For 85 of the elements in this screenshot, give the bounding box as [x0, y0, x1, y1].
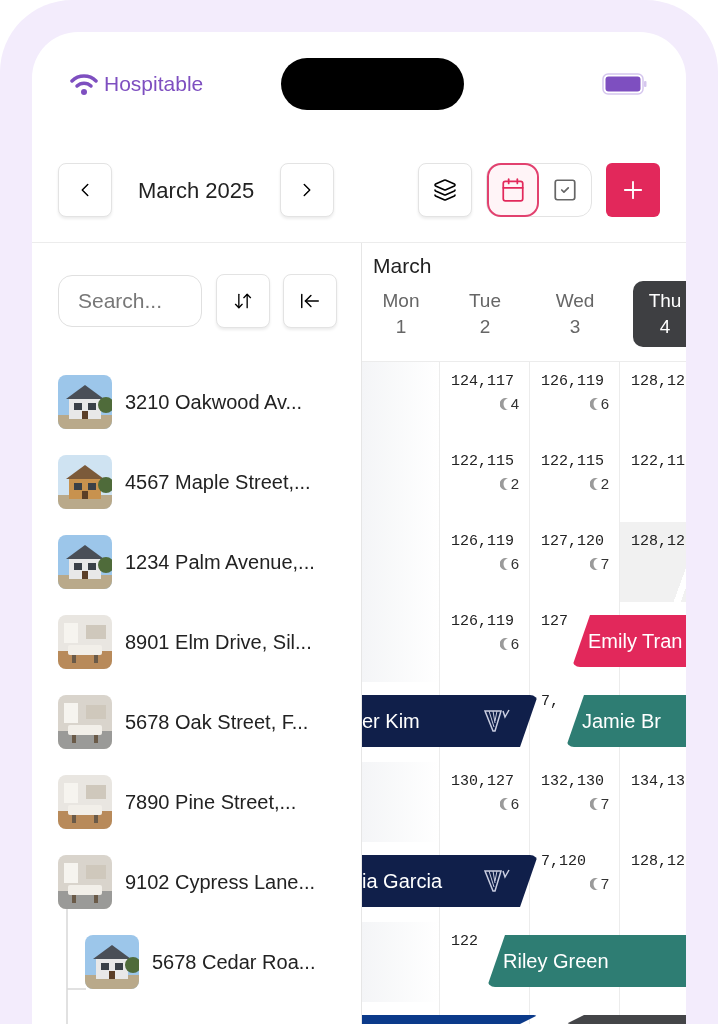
day-header[interactable]: Tue 2	[453, 281, 517, 347]
sort-icon	[233, 291, 253, 311]
day-header[interactable]: Wed 3	[543, 281, 607, 347]
day-cell[interactable]: 128,12	[620, 522, 686, 602]
booking-bar[interactable]: Jamie Br	[566, 695, 686, 747]
min-nights: 2	[600, 475, 609, 493]
property-name[interactable]: 7890 Pine Street,...	[125, 775, 297, 829]
nightly-rate: 127,120	[540, 533, 605, 551]
month-title: March 2025	[137, 176, 256, 205]
day-cell[interactable]	[362, 922, 440, 1002]
day-cell[interactable]: 126,119 6	[440, 522, 530, 602]
day-header[interactable]: Mon 1	[369, 281, 433, 347]
sort-button[interactable]	[216, 274, 270, 328]
booking-bar[interactable]: ia Garcia	[362, 855, 538, 907]
day-cell[interactable]: 130,127 6	[440, 762, 530, 842]
moon-icon	[589, 558, 599, 570]
nightly-rate: 122	[450, 933, 479, 951]
property-name[interactable]: 3210 Oakwood Av...	[125, 375, 303, 429]
nightly-rate: 128,12	[630, 533, 686, 551]
nightly-rate: 132,130	[540, 773, 605, 791]
property-name[interactable]: 8901 Elm Drive, Sil...	[125, 615, 312, 669]
carrier-name: Hospitable	[104, 71, 204, 98]
nightly-rate: 124,117	[450, 373, 515, 391]
nightly-rate: 128,12	[630, 373, 686, 391]
moon-icon	[589, 478, 599, 490]
moon-icon	[499, 558, 509, 570]
calendar-view-tab[interactable]	[487, 163, 540, 217]
nightly-rate: 126,119	[450, 613, 515, 631]
day-cell[interactable]	[362, 362, 440, 442]
collapse-button[interactable]	[283, 274, 337, 328]
calendar-icon	[500, 177, 527, 203]
nightly-rate: 134,13	[630, 773, 686, 791]
day-cell[interactable]: 122,115 2	[530, 442, 620, 522]
day-cell[interactable]: 127,120 7	[530, 522, 620, 602]
checkbox-icon	[552, 177, 579, 203]
min-nights: 6	[510, 795, 519, 813]
moon-icon	[499, 398, 509, 410]
add-button[interactable]	[606, 163, 660, 217]
property-name[interactable]: 9102 Cypress Lane...	[125, 855, 316, 909]
booking-bar[interactable]: Riley Green	[487, 935, 686, 987]
min-nights: 6	[510, 635, 519, 653]
stripes-icon	[484, 709, 510, 733]
nightly-rate: 127	[540, 613, 569, 631]
property-name[interactable]: 5678 Cedar Roa...	[152, 935, 316, 989]
day-header[interactable]: Thu 4	[633, 281, 686, 347]
nightly-rate: 128,12	[630, 853, 686, 871]
layers-icon	[433, 178, 458, 202]
nightly-rate: 122,115	[540, 453, 605, 471]
moon-icon	[589, 398, 599, 410]
moon-icon	[499, 638, 509, 650]
nightly-rate: 7,120	[540, 853, 587, 871]
min-nights: 7	[600, 875, 609, 893]
moon-icon	[589, 878, 599, 890]
min-nights: 7	[600, 795, 609, 813]
layers-button[interactable]	[418, 163, 473, 217]
booking-bar[interactable]: Emily Tran	[572, 615, 686, 667]
property-name[interactable]: 5678 Oak Street, F...	[125, 695, 309, 749]
min-nights: 4	[510, 395, 519, 413]
day-cell[interactable]	[362, 762, 440, 842]
min-nights: 6	[600, 395, 609, 413]
day-cell[interactable]: 126,119 6	[530, 362, 620, 442]
property-name[interactable]: 4567 Maple Street,...	[125, 455, 311, 509]
min-nights: 7	[600, 555, 609, 573]
search-field[interactable]: Search...	[58, 275, 202, 327]
nightly-rate: 122,115	[450, 453, 515, 471]
min-nights: 2	[510, 475, 519, 493]
moon-icon	[499, 478, 509, 490]
wifi-icon	[70, 73, 98, 95]
day-cell[interactable]: 132,130 7	[530, 762, 620, 842]
booking-bar[interactable]: er Kim	[362, 695, 538, 747]
nightly-rate: 7,	[540, 693, 560, 711]
battery-icon	[602, 73, 648, 95]
nightly-rate: 130,127	[450, 773, 515, 791]
nightly-rate: 122,11	[630, 453, 686, 471]
moon-icon	[499, 798, 509, 810]
moon-icon	[589, 798, 599, 810]
stripes-icon	[484, 869, 510, 893]
nightly-rate: 126,119	[540, 373, 605, 391]
min-nights: 6	[510, 555, 519, 573]
day-cell[interactable]: 124,117 4	[440, 362, 530, 442]
nightly-rate: 126,119	[450, 533, 515, 551]
day-cell[interactable]	[362, 602, 440, 682]
calendar-month: March	[372, 253, 433, 279]
day-cell[interactable]: 122,115 2	[440, 442, 530, 522]
property-name[interactable]: 1234 Palm Avenue,...	[125, 535, 315, 589]
